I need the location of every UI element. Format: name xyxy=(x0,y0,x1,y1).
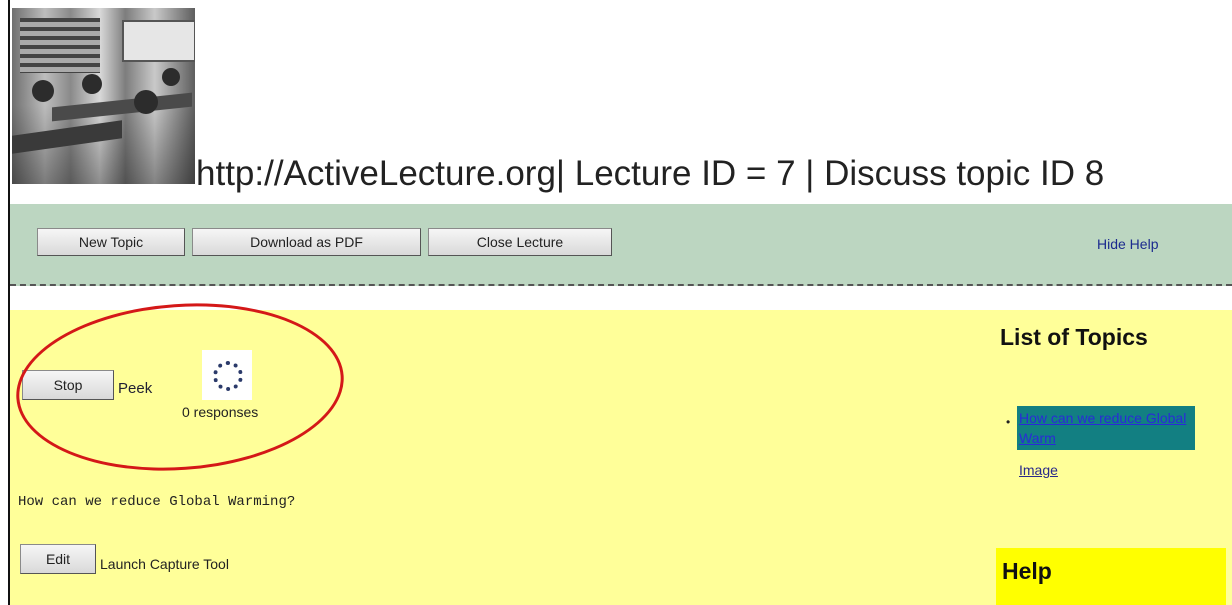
help-heading: Help xyxy=(1002,558,1052,584)
peek-link[interactable]: Peek xyxy=(118,380,152,397)
image-link[interactable]: Image xyxy=(1019,462,1058,478)
topic-link[interactable]: How can we reduce Global Warm xyxy=(1017,406,1195,450)
classroom-photo xyxy=(12,8,195,184)
launch-capture-tool-link[interactable]: Launch Capture Tool xyxy=(100,556,229,572)
photo-board xyxy=(122,20,195,62)
help-panel: Help xyxy=(996,548,1226,605)
loading-spinner-icon xyxy=(202,350,252,400)
new-topic-button[interactable]: New Topic xyxy=(37,228,185,256)
photo-bookshelf xyxy=(20,18,100,73)
photo-desk xyxy=(12,120,122,154)
photo-student xyxy=(162,68,180,86)
page-title: http://ActiveLecture.org| Lecture ID = 7… xyxy=(196,154,1105,193)
response-count: 0 responses xyxy=(182,404,259,420)
edit-button[interactable]: Edit xyxy=(20,544,96,574)
question-text: How can we reduce Global Warming? xyxy=(18,494,296,510)
photo-student xyxy=(134,90,158,114)
download-pdf-button[interactable]: Download as PDF xyxy=(192,228,421,256)
topics-heading: List of Topics xyxy=(1000,324,1148,350)
toolbar: New Topic Download as PDF Close Lecture … xyxy=(10,204,1232,286)
photo-student xyxy=(32,80,54,102)
main-content: Stop Peek 0 responses How can we reduce … xyxy=(10,310,1232,605)
hide-help-link[interactable]: Hide Help xyxy=(1097,236,1158,252)
close-lecture-button[interactable]: Close Lecture xyxy=(428,228,612,256)
photo-desk xyxy=(52,92,192,122)
bullet: • xyxy=(1006,415,1011,429)
photo-student xyxy=(82,74,102,94)
stop-button[interactable]: Stop xyxy=(22,370,114,400)
